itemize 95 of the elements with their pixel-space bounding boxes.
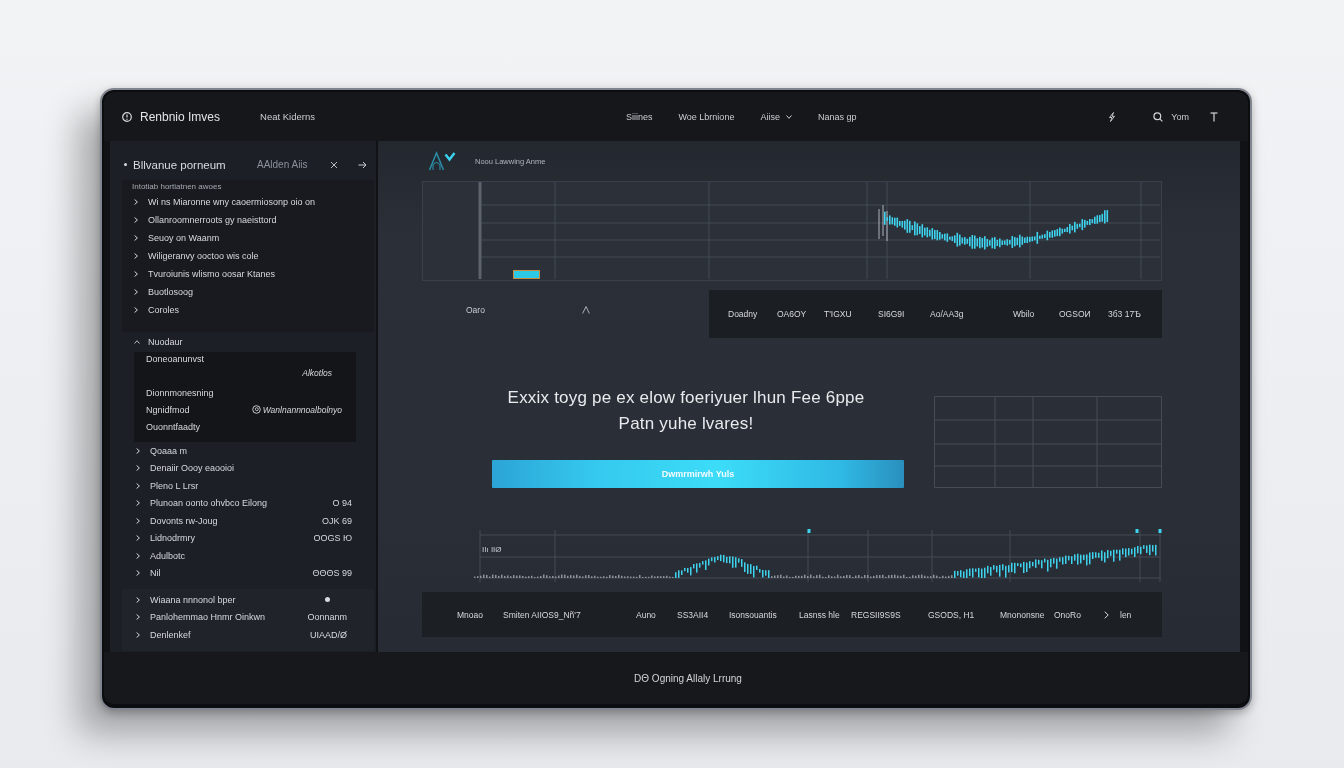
chevron-right-icon: [136, 535, 140, 542]
metric-value: OnoRo: [1054, 609, 1082, 620]
chevron-right-icon: [136, 570, 140, 577]
stat-value: 3б3 17Ѣ: [1108, 309, 1142, 319]
detail-label: Ouonntfaadty: [146, 421, 201, 432]
section-title[interactable]: Nuodaur: [148, 337, 183, 347]
sidebar-item[interactable]: Qoaaa m: [150, 445, 188, 456]
metric-value: REGSII9S9S: [851, 609, 902, 620]
metric-value: GSODS, H1: [928, 609, 976, 620]
stat-value: OA6OY: [777, 309, 808, 319]
sidebar-item[interactable]: Wiligeranvy ooctoo wis cole: [148, 251, 259, 261]
item-value: ΘΘΘS 99: [312, 568, 352, 579]
sidebar-item[interactable]: Lidnodrmry: [150, 533, 196, 544]
item-value: OOGS Ю: [313, 533, 352, 544]
chevron-right-icon: [136, 482, 140, 489]
nav-link[interactable]: Siiines: [626, 111, 653, 122]
sidebar-item[interactable]: Wi ns Miaronne wny caoermiosonp oio on: [148, 197, 316, 207]
caret-icon[interactable]: [134, 340, 140, 344]
sidebar-item[interactable]: Tvuroiunis wlismo oosar Ktanes: [148, 269, 276, 279]
detail-value: Wanlnannnoalbolnyo: [262, 404, 342, 415]
search-icon[interactable]: [1153, 111, 1164, 122]
caret-up-icon[interactable]: [582, 306, 590, 314]
status-text: DΘ Ogning Allaly Lrrung: [634, 672, 742, 684]
sidebar-item[interactable]: Seuoy on Waanm: [148, 233, 220, 243]
sidebar-item[interactable]: Coroles: [148, 305, 179, 315]
app-title: Renbnio Imves: [140, 109, 221, 124]
chevron-right-icon: [136, 614, 140, 621]
chevron-right-icon: [136, 500, 140, 507]
sidebar-item[interactable]: Denaiir Oooy eaooioi: [150, 463, 235, 474]
chevron-right-icon: [134, 235, 138, 241]
metric-value: Lasnss hle: [799, 609, 841, 620]
sidebar-item[interactable]: Plunoan oonto ohvbco Eilong: [150, 498, 268, 509]
text-icon[interactable]: [1209, 111, 1219, 122]
stat-value: OGSOИ: [1059, 309, 1092, 319]
chevron-right-icon: [134, 253, 138, 259]
detail-label: Doneoanunvst: [146, 353, 205, 366]
sidebar-item[interactable]: Nil: [150, 568, 161, 579]
headline: Exxix toyg pe ex elow foeriyuer lhun Fee 6ppe Patn yuhe lvares!: [506, 387, 866, 435]
stat-value: Wbilo: [1013, 309, 1036, 319]
detail-label: Dionnmonesning: [146, 387, 214, 398]
chevron-right-icon: [134, 307, 138, 313]
sidebar-item[interactable]: Denlenkef: [150, 629, 191, 640]
chart-label: IIı IIØ: [482, 545, 502, 554]
chevron-right-icon: [136, 465, 140, 472]
sidebar-item[interactable]: Buotlosoog: [148, 287, 194, 297]
metric-value: Mnoao: [457, 609, 484, 620]
stat-value: Doadny: [728, 309, 759, 319]
nav-link[interactable]: Nanas gp: [817, 111, 857, 122]
stat-value: SI6G9I: [878, 309, 906, 319]
sidebar-tag: AAlden Aiis: [257, 159, 330, 170]
logo-icon: [428, 151, 456, 171]
sidebar-item[interactable]: Ollanroomnerroots gy naeisttord: [148, 215, 277, 225]
item-value: UIAAD/Ø: [310, 629, 347, 640]
metric-value: Mnononsne: [1000, 609, 1046, 620]
nav-link[interactable]: Woe Lbrnione: [678, 111, 735, 122]
chevron-right-icon: [136, 631, 140, 638]
item-value: Oonnanm: [307, 612, 347, 623]
item-value: OJK 69: [322, 515, 352, 526]
nav-link[interactable]: Aiise: [760, 111, 792, 122]
workspace-name: Neat Kiderns: [260, 111, 315, 122]
panel-caption: Intotiab hortiatnen awoes: [132, 181, 223, 193]
arrow-right-icon[interactable]: [358, 160, 367, 169]
summary-label: Oaro: [466, 304, 486, 316]
sidebar-title: Bllvanue porneum: [133, 158, 227, 171]
chevron-right-icon: [134, 271, 138, 277]
ring-icon: [251, 405, 261, 414]
info-icon: [122, 111, 132, 122]
metric-value: Isonsouantis: [729, 609, 778, 620]
stat-value: T'IGXU: [824, 309, 853, 319]
sidebar-item[interactable]: Panlohemmao Hnmr Oinkwn: [150, 612, 266, 623]
chevron-right-icon: [136, 596, 140, 603]
sidebar-item[interactable]: Dovonts rw-Joug: [150, 515, 218, 526]
sidebar-item[interactable]: Adulbotc: [150, 550, 186, 561]
sidebar-item[interactable]: Pleno L Lrsr: [150, 480, 199, 491]
status-dot-icon: [325, 597, 330, 603]
close-icon[interactable]: [330, 160, 338, 169]
chevron-right-icon: [136, 517, 140, 524]
chevron-right-icon: [134, 199, 138, 205]
chevron-right-icon: [134, 217, 138, 223]
bullet-icon: [124, 163, 127, 166]
stat-value: Ao/AA3g: [930, 309, 965, 319]
chevron-right-icon: [136, 552, 140, 559]
item-value: O 94: [332, 498, 352, 509]
chevron-right-icon: [1104, 610, 1109, 619]
detail-label: Ngnidfmod: [146, 404, 190, 415]
more-link[interactable]: len: [1120, 609, 1162, 620]
chevron-right-icon: [134, 289, 138, 295]
metric-value: SS3AII4: [677, 609, 710, 620]
metric-value: Smiten AIIOS9_Nñ'7: [503, 609, 582, 620]
lightning-icon[interactable]: [1107, 111, 1118, 122]
detail-value: Alkotlos: [302, 368, 332, 378]
metric-value: Auno: [636, 609, 657, 620]
sidebar-item[interactable]: Wiaana nnnonol bper: [150, 594, 236, 605]
chevron-right-icon: [136, 447, 140, 454]
user-name[interactable]: Yom: [1171, 111, 1189, 122]
